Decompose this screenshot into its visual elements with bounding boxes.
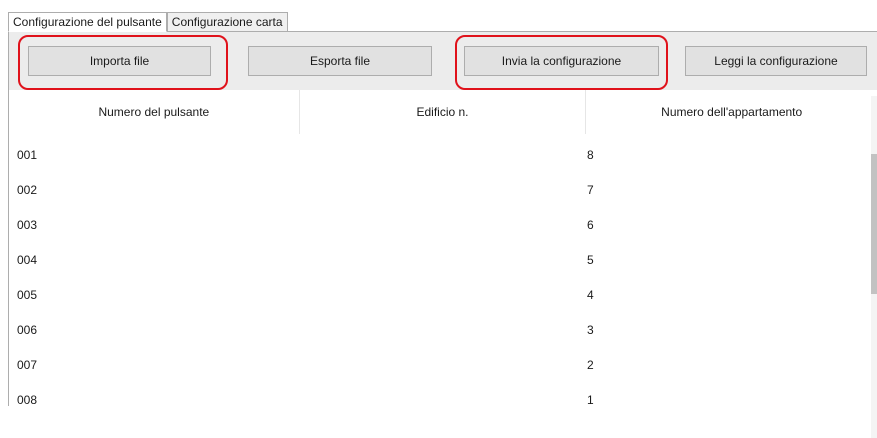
button-table: Numero del pulsante Edificio n. Numero d… (9, 90, 877, 407)
cell-button-number[interactable]: 003 (17, 208, 37, 243)
tab-button-configuration[interactable]: Configurazione del pulsante (8, 12, 167, 32)
cell-apartment[interactable]: 2 (587, 348, 594, 383)
table-row[interactable]: 006 3 (9, 313, 877, 348)
read-configuration-button[interactable]: Leggi la configurazione (685, 46, 867, 76)
table-row[interactable]: 004 5 (9, 243, 877, 278)
table-row[interactable]: 001 8 (9, 138, 877, 173)
scrollbar-thumb[interactable] (871, 154, 877, 294)
cell-apartment[interactable]: 7 (587, 173, 594, 208)
export-file-button[interactable]: Esporta file (248, 46, 432, 76)
cell-apartment[interactable]: 5 (587, 243, 594, 278)
cell-button-number[interactable]: 006 (17, 313, 37, 348)
tab-card-configuration[interactable]: Configurazione carta (166, 12, 288, 31)
cell-button-number[interactable]: 008 (17, 383, 37, 418)
tab-bar: Configurazione del pulsante Configurazio… (8, 12, 288, 32)
table-body: 001 8 002 7 003 6 004 5 005 4 006 3 007 2 008 1 (9, 138, 877, 418)
import-file-button[interactable]: Importa file (28, 46, 211, 76)
column-header-building[interactable]: Edificio n. (300, 90, 587, 134)
cell-button-number[interactable]: 001 (17, 138, 37, 173)
send-configuration-button[interactable]: Invia la configurazione (464, 46, 659, 76)
column-header-button-number[interactable]: Numero del pulsante (9, 90, 300, 134)
table-row[interactable]: 003 6 (9, 208, 877, 243)
cell-apartment[interactable]: 6 (587, 208, 594, 243)
tab-panel: Importa file Esporta file Invia la confi… (8, 31, 877, 438)
table-row[interactable]: 007 2 (9, 348, 877, 383)
cell-button-number[interactable]: 005 (17, 278, 37, 313)
cell-button-number[interactable]: 002 (17, 173, 37, 208)
vertical-scrollbar[interactable] (871, 96, 877, 438)
column-header-apartment[interactable]: Numero dell'appartamento (586, 90, 877, 134)
cell-apartment[interactable]: 4 (587, 278, 594, 313)
table-header: Numero del pulsante Edificio n. Numero d… (9, 90, 877, 134)
cell-button-number[interactable]: 007 (17, 348, 37, 383)
toolbar: Importa file Esporta file Invia la confi… (9, 32, 877, 90)
cell-apartment[interactable]: 8 (587, 138, 594, 173)
table-row[interactable]: 008 1 (9, 383, 877, 418)
table-row[interactable]: 002 7 (9, 173, 877, 208)
table-row[interactable]: 005 4 (9, 278, 877, 313)
cell-apartment[interactable]: 3 (587, 313, 594, 348)
cell-button-number[interactable]: 004 (17, 243, 37, 278)
cell-apartment[interactable]: 1 (587, 383, 594, 418)
